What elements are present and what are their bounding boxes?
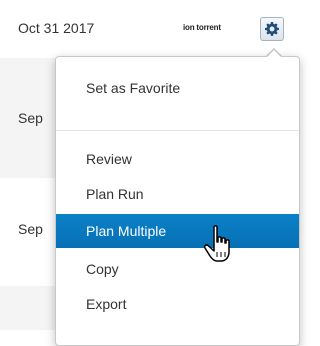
settings-button[interactable]	[260, 17, 284, 41]
menu-item-copy[interactable]: Copy	[56, 252, 299, 286]
run-date: Sep	[18, 110, 43, 126]
table-row: Oct 31 2017 ion torrent	[0, 0, 294, 58]
run-date: Oct 31 2017	[18, 20, 95, 36]
menu-item-export[interactable]: Export	[56, 287, 299, 321]
menu-item-set-as-favorite[interactable]: Set as Favorite	[56, 71, 299, 105]
dropdown-caret-fill	[267, 50, 281, 57]
gear-icon	[265, 22, 279, 36]
menu-item-plan-multiple[interactable]: Plan Multiple	[56, 214, 299, 248]
platform-label: ion torrent	[183, 23, 221, 32]
menu-divider	[56, 130, 299, 131]
hand-cursor-icon	[204, 225, 230, 262]
menu-item-review[interactable]: Review	[56, 142, 299, 176]
menu-item-plan-run[interactable]: Plan Run	[56, 177, 299, 211]
actions-dropdown-menu: Set as Favorite Review Plan Run Plan Mul…	[55, 56, 300, 346]
run-date: Sep	[18, 221, 43, 237]
